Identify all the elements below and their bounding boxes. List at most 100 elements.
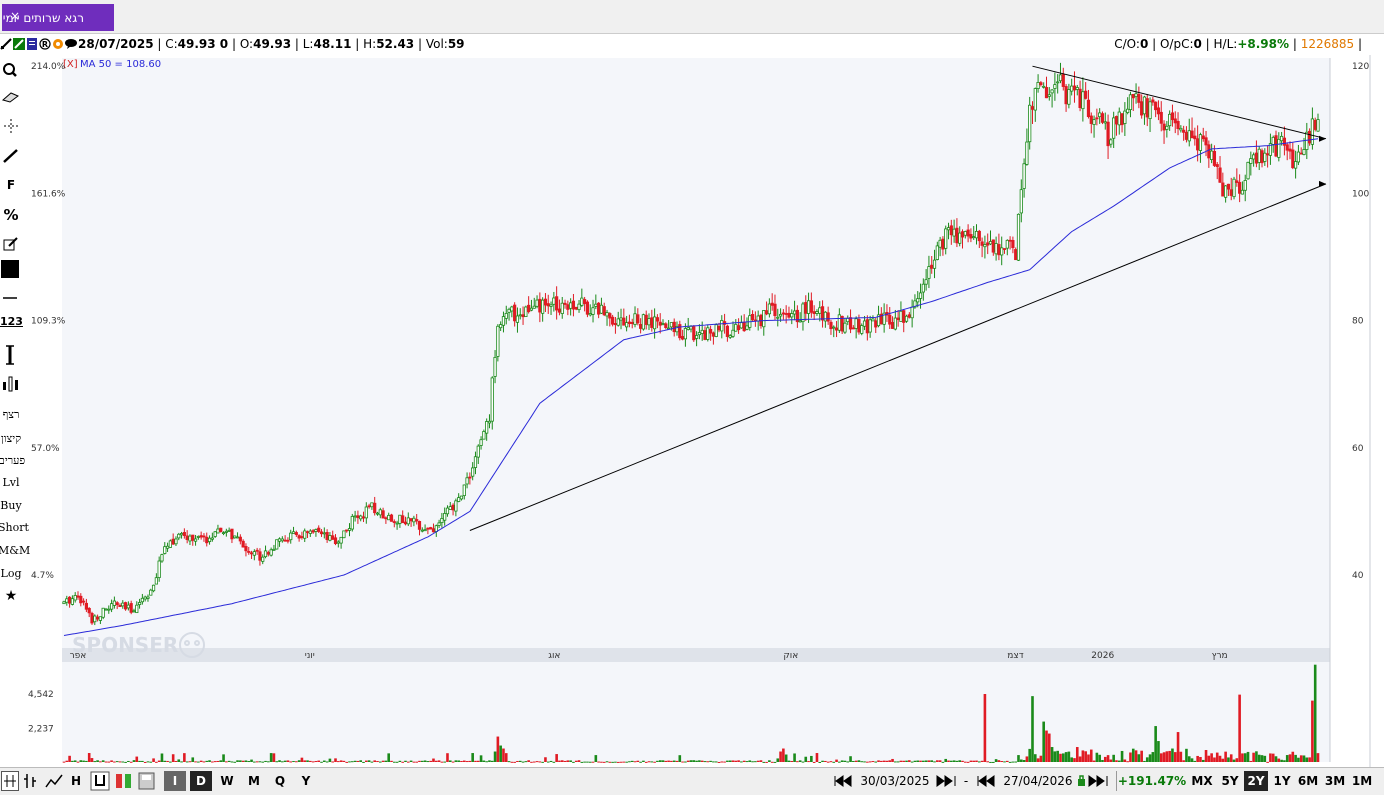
- candle: [496, 324, 500, 362]
- document-icon[interactable]: [26, 38, 38, 50]
- volume-bar: [183, 753, 186, 762]
- chart-tab[interactable]: × רגא שרותים יומי: [2, 4, 114, 31]
- volume-bar: [104, 761, 108, 763]
- volume-bar: [608, 761, 612, 763]
- volume-bar: [1084, 751, 1087, 762]
- volume-bar: [586, 761, 589, 763]
- volume-bar: [600, 761, 603, 763]
- comment-icon[interactable]: [65, 38, 77, 50]
- volume-bar: [188, 761, 192, 763]
- volume-bar: [295, 761, 298, 763]
- candle: [342, 530, 346, 539]
- scroll-icon[interactable]: [1, 771, 19, 791]
- volume-bar: [698, 760, 701, 762]
- candle-type-icon[interactable]: [22, 771, 40, 791]
- volume-bar: [544, 757, 547, 762]
- date-to[interactable]: 27/04/2026: [1002, 771, 1074, 791]
- volume-bar: [516, 760, 519, 762]
- from-last-icon[interactable]: [934, 771, 960, 791]
- volume-bar: [1101, 759, 1104, 762]
- volume-bar: [569, 760, 572, 762]
- volume-bar: [1165, 751, 1169, 762]
- volume-bar: [1182, 760, 1185, 762]
- volume-bar: [723, 761, 726, 763]
- volume-bar: [191, 757, 195, 762]
- from-first-icon[interactable]: [832, 771, 856, 791]
- volume-bar: [1117, 760, 1121, 762]
- interval-quarterly[interactable]: Q: [269, 771, 291, 791]
- volume-bar: [331, 761, 335, 763]
- volume-bar: [1011, 761, 1015, 763]
- volume-bar: [194, 761, 197, 763]
- volume-bar: [1140, 750, 1143, 762]
- compare-icon[interactable]: [13, 38, 25, 50]
- interval-monthly[interactable]: M: [242, 771, 266, 791]
- volume-bar: [518, 760, 522, 762]
- volume-bar: [849, 756, 852, 762]
- price-chart[interactable]: SPONSER [X] MA 50 = 108.60 214.0%161.6%1…: [0, 55, 1384, 767]
- volume-bar: [476, 760, 480, 762]
- volume-bar: [496, 736, 500, 762]
- volume-bar: [759, 760, 763, 762]
- interval-yearly[interactable]: Y: [295, 771, 317, 791]
- interval-intraday[interactable]: I: [164, 771, 186, 791]
- volume-bar: [784, 754, 788, 762]
- volume-bar: [429, 760, 432, 762]
- volume-bar: [1305, 757, 1309, 762]
- volume-bar: [169, 761, 172, 763]
- volume-bar: [1266, 761, 1269, 763]
- period-1y[interactable]: 1Y: [1270, 771, 1294, 791]
- period-3m[interactable]: 3M: [1322, 771, 1348, 791]
- volume-bar: [770, 761, 774, 763]
- to-last-icon[interactable]: [1076, 771, 1114, 791]
- draw-tool-icon[interactable]: [0, 38, 12, 50]
- period-mx[interactable]: MX: [1188, 771, 1216, 791]
- volume-bar: [549, 760, 553, 762]
- volume-bar: [1078, 756, 1082, 762]
- volume-bar: [107, 761, 111, 763]
- registered-icon[interactable]: R: [39, 38, 51, 50]
- volume-bar: [633, 761, 637, 763]
- h-button[interactable]: H: [67, 771, 85, 791]
- period-6m[interactable]: 6M: [1295, 771, 1321, 791]
- to-first-icon[interactable]: [974, 771, 1000, 791]
- date-from[interactable]: 30/03/2025: [858, 771, 932, 791]
- volume-bar: [460, 760, 463, 762]
- candle: [1246, 161, 1250, 180]
- volume-bar: [227, 760, 231, 762]
- line-chart-icon[interactable]: [44, 771, 64, 791]
- volume-bar: [507, 761, 511, 763]
- volume-bar: [745, 761, 749, 763]
- volume-bar: [197, 761, 200, 763]
- volume-bar: [351, 761, 354, 763]
- interval-daily[interactable]: D: [190, 771, 212, 791]
- volume-bar: [656, 760, 659, 762]
- period-2y[interactable]: 2Y: [1244, 771, 1268, 791]
- volume-bar: [348, 761, 351, 763]
- volume-bar: [630, 760, 634, 762]
- color-candles-icon[interactable]: [113, 771, 135, 791]
- volume-bar: [1031, 696, 1034, 762]
- volume-bar: [334, 758, 337, 762]
- right-tick-label: 60: [1352, 444, 1364, 454]
- save-icon[interactable]: [138, 771, 156, 791]
- quote-date: 28/07/2025: [78, 37, 154, 51]
- close-tab-icon[interactable]: ×: [10, 10, 22, 22]
- volume-bar: [1025, 756, 1029, 762]
- u-shape-icon[interactable]: [90, 771, 110, 791]
- volume-bar: [742, 760, 746, 762]
- volume-bar: [801, 761, 805, 763]
- bottom-toolbar: H I D W M Q Y 30/03/2025 - 27/04/2026 +1…: [0, 767, 1384, 795]
- volume-bar: [113, 761, 116, 763]
- volume-bar: [902, 760, 906, 762]
- volume-bar: [709, 760, 712, 762]
- volume-bar: [975, 760, 978, 762]
- volume-bar: [365, 760, 368, 762]
- volume-bar: [527, 760, 530, 762]
- volume-bar: [1137, 754, 1141, 762]
- interval-weekly[interactable]: W: [216, 771, 238, 791]
- volume-bar: [964, 761, 967, 763]
- alert-icon[interactable]: [52, 38, 64, 50]
- period-5y[interactable]: 5Y: [1217, 771, 1243, 791]
- period-1m[interactable]: 1M: [1349, 771, 1375, 791]
